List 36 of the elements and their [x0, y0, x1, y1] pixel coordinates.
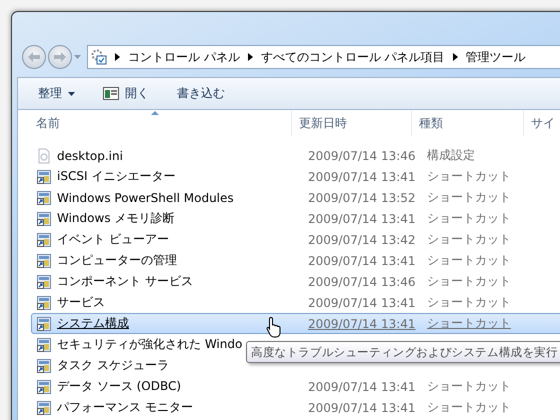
modified-date: 2009/07/14 13:41 [308, 170, 416, 184]
file-name: Windows PowerShell Modules [57, 190, 234, 204]
modified-date: 2009/07/14 13:41 [308, 254, 416, 268]
file-name: コンポーネント サービス [57, 273, 193, 290]
file-type: ショートカット [427, 190, 511, 204]
file-name: セキュリティが強化された Windo [57, 336, 242, 353]
file-name: コンピューターの管理 [57, 252, 177, 269]
file-name: desktop.ini [57, 148, 123, 162]
modified-date: 2009/07/14 13:46 [308, 148, 416, 162]
modified-date: 2009/07/14 13:42 [308, 232, 416, 246]
modified-date: 2009/07/14 13:41 [308, 380, 416, 394]
modified-date: 2009/07/14 13:41 [308, 316, 416, 330]
file-name: パフォーマンス モニター [57, 399, 193, 416]
file-name: イベント ビューアー [57, 231, 169, 248]
file-type: ショートカット [427, 274, 511, 288]
file-name: データ ソース (ODBC) [57, 378, 182, 395]
modified-date: 2009/07/14 13:41 [308, 212, 416, 226]
file-name: タスク スケジューラ [57, 357, 169, 374]
file-type: ショートカット [427, 253, 511, 267]
file-name: Windows メモリ診断 [57, 210, 174, 227]
file-type: ショートカット [427, 400, 511, 414]
modified-date: 2009/07/14 13:52 [308, 190, 416, 204]
modified-date: 2009/07/14 13:41 [308, 296, 416, 310]
tooltip: 高度なトラブルシューティングおよびシステム構成を実行 [246, 341, 560, 363]
file-type: ショートカット [427, 169, 511, 183]
file-type: ショートカット [427, 211, 511, 225]
file-type: ショートカット [427, 316, 511, 330]
file-name: サービス [57, 294, 105, 311]
file-type: ショートカット [427, 295, 511, 309]
file-type: ショートカット [427, 379, 511, 393]
file-type: 構成設定 [427, 148, 475, 162]
modified-date: 2009/07/14 13:46 [308, 274, 416, 288]
file-name: システム構成 [57, 315, 129, 332]
modified-date: 2009/07/14 13:41 [308, 400, 416, 414]
file-name: iSCSI イニシエーター [57, 168, 176, 185]
file-type: ショートカット [427, 232, 511, 246]
